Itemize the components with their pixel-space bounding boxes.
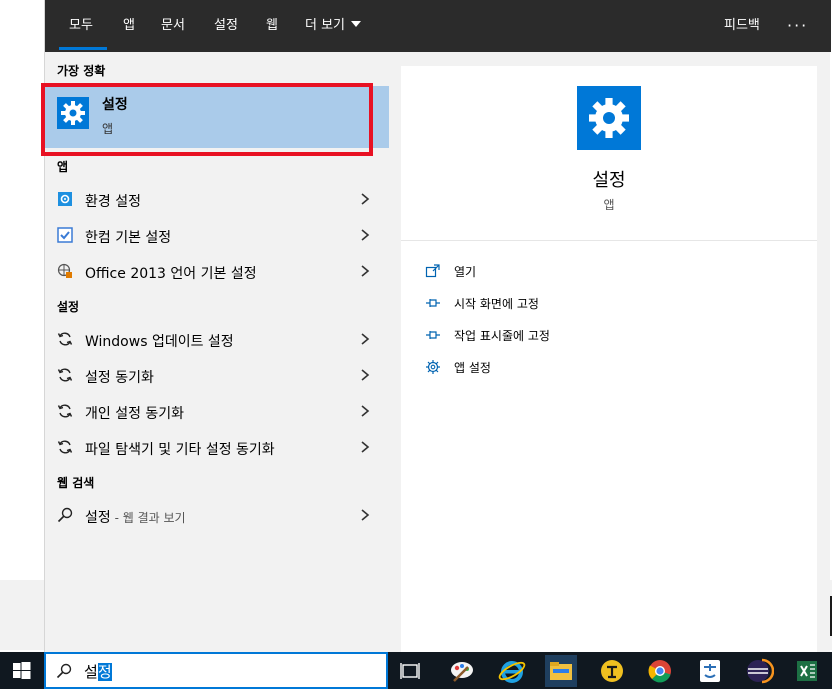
result-web-search[interactable]: 설정 - 웹 결과 보기 [45, 497, 389, 533]
gear-icon [57, 97, 89, 129]
sync-icon [57, 403, 73, 419]
tab-apps[interactable]: 앱 [123, 0, 135, 52]
result-label: 설정 - 웹 결과 보기 [85, 507, 186, 527]
taskbar-search-input[interactable]: 설정 [44, 652, 388, 689]
result-label: 환경 설정 [85, 194, 141, 210]
section-best-match: 가장 정확 [57, 64, 106, 78]
result-setting-explorer-sync[interactable]: 파일 탐색기 및 기타 설정 동기화 [45, 429, 389, 465]
result-label: Windows 업데이트 설정 [85, 334, 234, 350]
windows-logo-icon [13, 662, 31, 679]
active-tab-indicator [59, 47, 107, 50]
tab-all[interactable]: 모두 [69, 0, 93, 52]
sync-icon [57, 331, 73, 347]
result-setting-windows-update[interactable]: Windows 업데이트 설정 [45, 321, 389, 357]
chrome-icon[interactable] [644, 655, 676, 687]
excel-icon[interactable] [791, 655, 823, 687]
tab-more-label: 더 보기 [305, 18, 346, 33]
gear-icon [425, 359, 441, 375]
chevron-right-icon[interactable] [359, 331, 371, 347]
search-filter-bar: 모두 앱 문서 설정 웹 더 보기 피드백 ··· [45, 0, 831, 52]
sync-icon [57, 367, 73, 383]
best-match-subtitle: 앱 [102, 122, 114, 136]
chevron-right-icon[interactable] [359, 403, 371, 419]
preview-title: 설정 [592, 170, 626, 191]
pin-icon [425, 295, 441, 311]
action-label: 앱 설정 [454, 361, 491, 375]
chevron-right-icon[interactable] [359, 227, 371, 243]
result-label: Office 2013 언어 기본 설정 [85, 266, 257, 282]
result-label: 한컴 기본 설정 [85, 230, 172, 246]
feedback-button[interactable]: 피드백 [724, 0, 760, 52]
tab-web[interactable]: 웹 [266, 0, 278, 52]
result-label: 파일 탐색기 및 기타 설정 동기화 [85, 442, 275, 458]
chevron-down-icon [351, 21, 362, 27]
hancom-check-icon [57, 227, 73, 243]
eclipse-icon[interactable] [742, 655, 775, 687]
section-settings: 설정 [57, 300, 80, 314]
divider [401, 240, 817, 241]
open-icon [425, 263, 441, 279]
gear-icon [577, 86, 641, 150]
best-match-result[interactable] [45, 86, 389, 148]
preview-subtitle: 앱 [603, 198, 615, 212]
result-setting-sync[interactable]: 설정 동기화 [45, 357, 389, 393]
sync-icon [57, 439, 73, 455]
globe-language-icon [57, 263, 73, 279]
chevron-right-icon[interactable] [359, 439, 371, 455]
task-view-icon[interactable] [394, 655, 426, 687]
chevron-right-icon[interactable] [359, 263, 371, 279]
hangul-word-icon[interactable] [596, 655, 628, 687]
chevron-right-icon[interactable] [359, 507, 371, 523]
search-query-text: 설 [84, 663, 98, 681]
hancom-editor-icon[interactable] [694, 655, 726, 687]
preview-pane: 설정 앱 열기 시작 화면에 고정 작업 표시줄에 고정 앱 설정 [401, 66, 817, 652]
pin-icon [425, 327, 441, 343]
tab-settings[interactable]: 설정 [214, 0, 238, 52]
paint-app-icon[interactable] [446, 655, 478, 687]
chevron-right-icon[interactable] [359, 191, 371, 207]
search-icon [56, 663, 72, 679]
search-query-selection: 정 [97, 663, 112, 681]
more-options-button[interactable]: ··· [787, 0, 808, 52]
search-panel: 모두 앱 문서 설정 웹 더 보기 피드백 ··· 가장 정확 설정 앱 앱 환… [44, 0, 831, 652]
search-icon [57, 507, 73, 523]
action-label: 시작 화면에 고정 [454, 297, 539, 311]
web-result-suffix: - 웹 결과 보기 [110, 511, 186, 525]
section-apps: 앱 [57, 160, 69, 174]
result-app-control-panel[interactable]: 환경 설정 [45, 181, 389, 217]
start-button[interactable] [0, 652, 44, 689]
tab-more[interactable]: 더 보기 [305, 0, 362, 52]
result-setting-personal-sync[interactable]: 개인 설정 동기화 [45, 393, 389, 429]
web-query: 설정 [85, 510, 111, 526]
internet-explorer-icon[interactable] [496, 655, 528, 687]
taskbar: 설정 [0, 652, 832, 689]
best-match-title: 설정 [102, 97, 128, 113]
result-app-office-language[interactable]: Office 2013 언어 기본 설정 [45, 253, 389, 289]
action-label: 작업 표시줄에 고정 [454, 329, 550, 343]
section-web-search: 웹 검색 [57, 476, 95, 490]
action-label: 열기 [454, 265, 477, 279]
chevron-right-icon[interactable] [359, 367, 371, 383]
search-query: 설정 [84, 661, 112, 682]
result-label: 설정 동기화 [85, 370, 154, 386]
control-panel-icon [57, 191, 73, 207]
file-explorer-icon[interactable] [545, 655, 577, 687]
result-app-hancom-settings[interactable]: 한컴 기본 설정 [45, 217, 389, 253]
tab-documents[interactable]: 문서 [161, 0, 185, 52]
result-label: 개인 설정 동기화 [85, 406, 185, 422]
